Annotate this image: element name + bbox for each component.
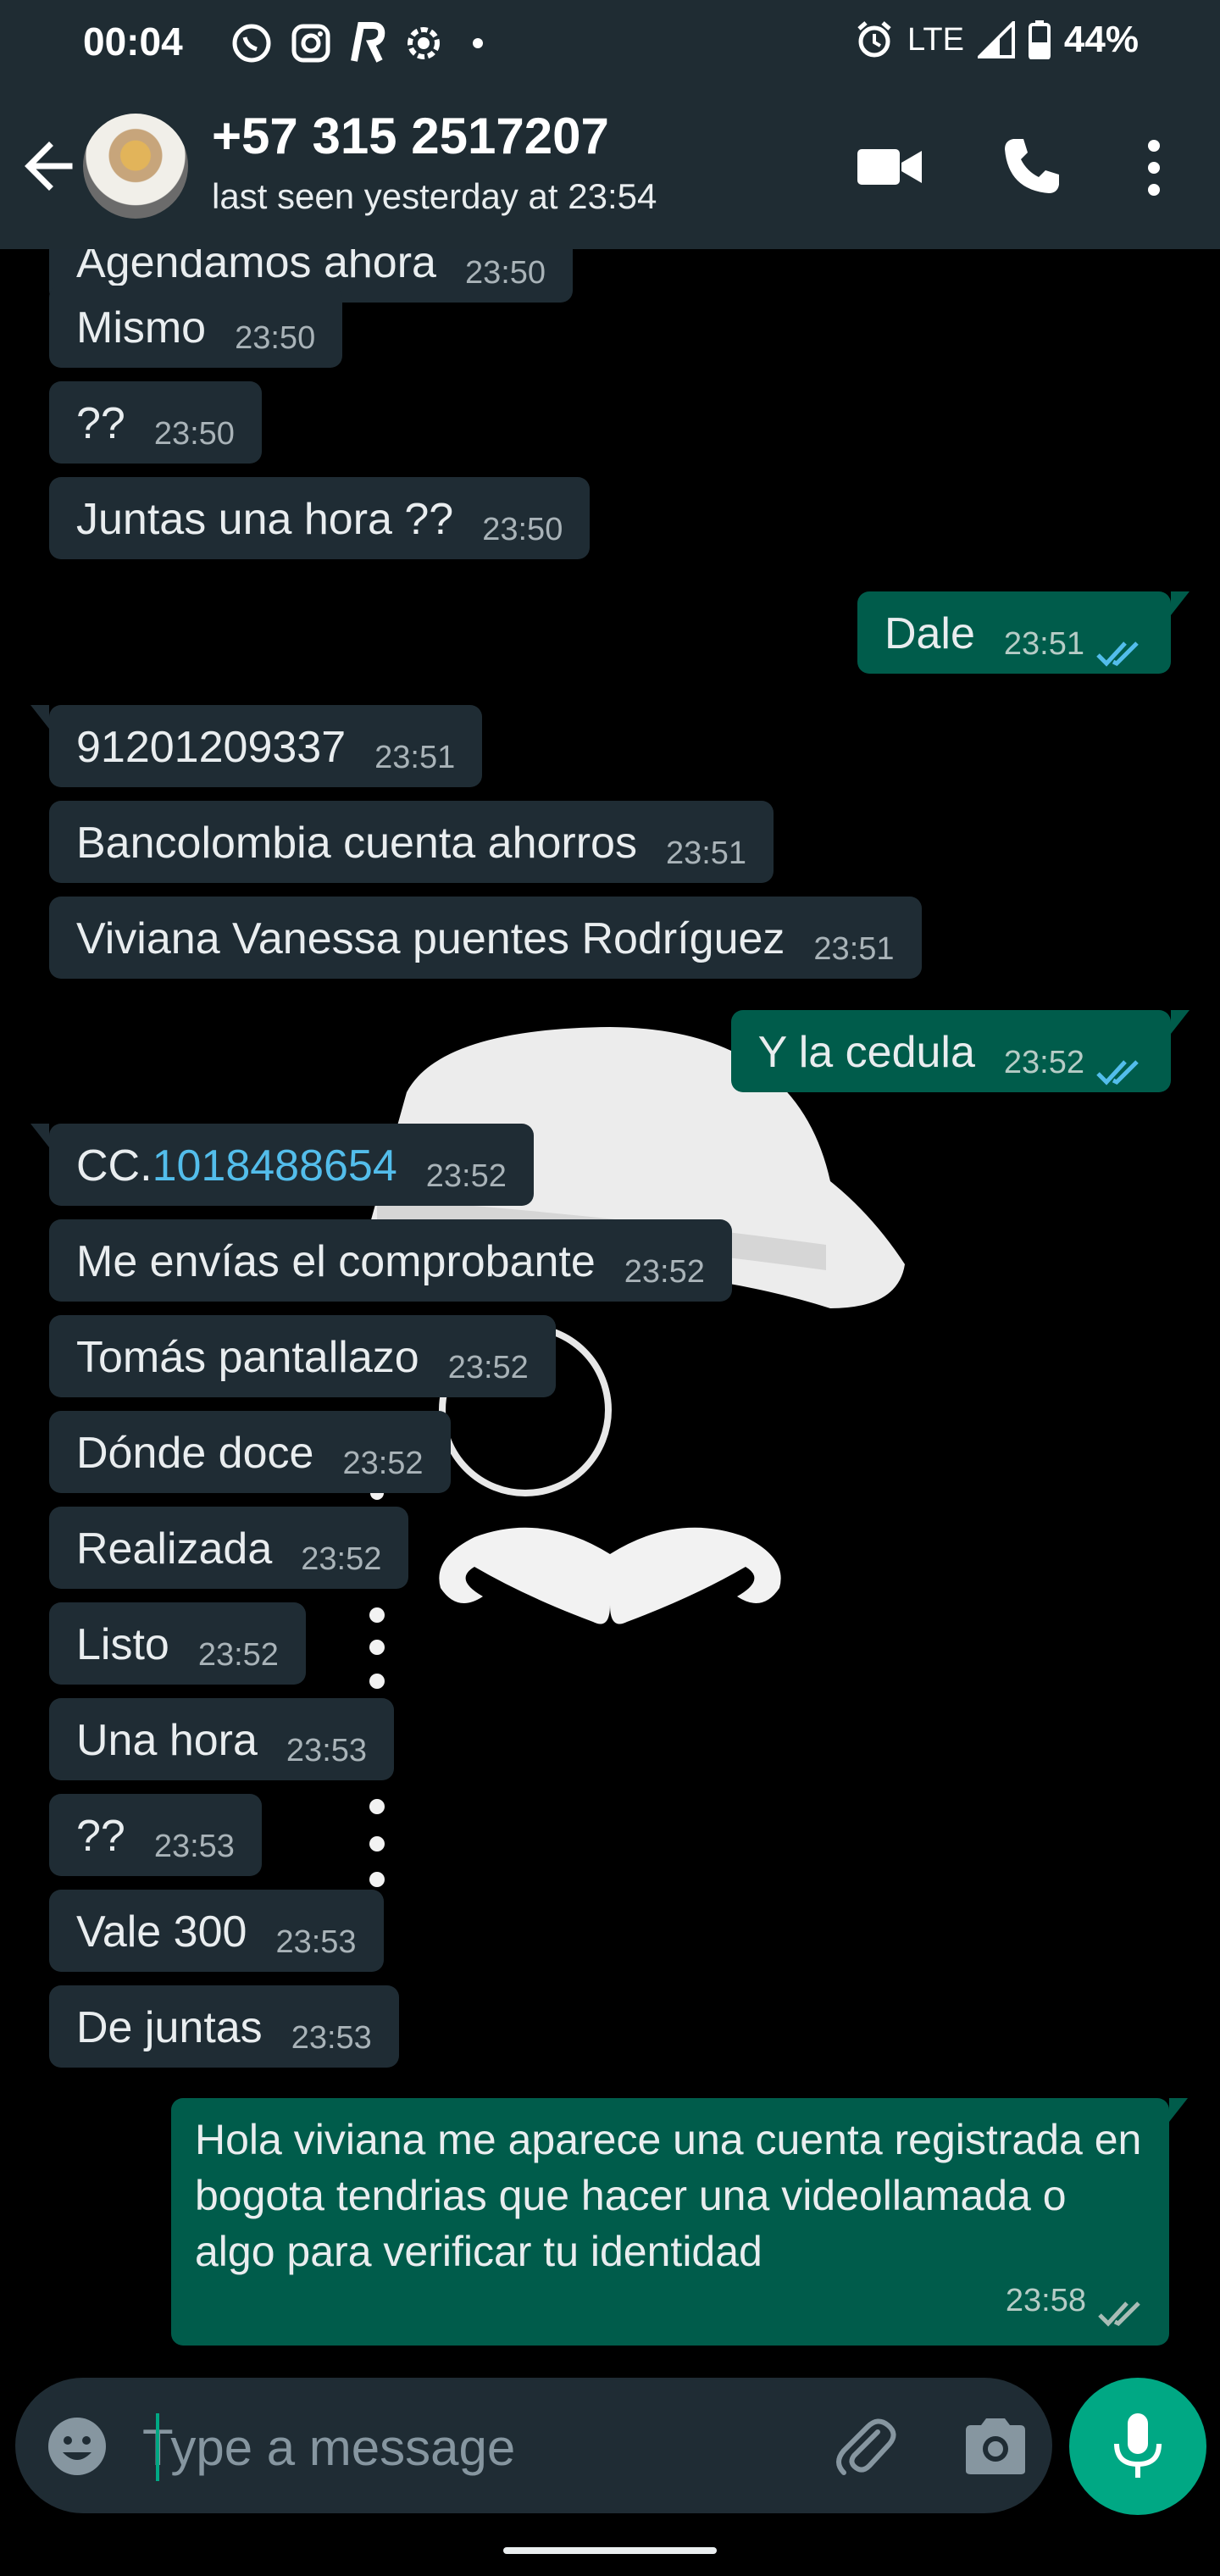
avatar[interactable]	[83, 114, 188, 219]
signal-icon	[977, 21, 1015, 58]
phone-number-link[interactable]: 1018488654	[152, 1141, 397, 1191]
message-incoming[interactable]: Dónde doce 23:52	[49, 1411, 451, 1494]
battery-icon	[1028, 20, 1051, 59]
whatsapp-icon	[232, 24, 271, 63]
message-text: Dónde doce	[76, 1429, 314, 1479]
message-incoming[interactable]: CC.1018488654 23:52	[30, 1124, 534, 1207]
message-time: 23:50	[153, 416, 235, 452]
message-incoming[interactable]: Tomás pantallazo 23:52	[49, 1315, 556, 1398]
message-text: Hola viviana me aparece una cuenta regis…	[195, 2116, 1142, 2275]
message-time: 23:52	[1003, 1045, 1084, 1081]
message-text: Tomás pantallazo	[76, 1333, 419, 1383]
message-text: De juntas	[76, 2003, 263, 2053]
message-time: 23:53	[286, 1733, 368, 1769]
message-text: Bancolombia cuenta ahorros	[76, 819, 637, 869]
read-ticks-icon	[1096, 1060, 1139, 1085]
message-outgoing[interactable]: Hola viviana me aparece una cuenta regis…	[171, 2098, 1188, 2346]
phone-call-icon[interactable]	[1000, 134, 1064, 198]
message-outgoing[interactable]: Y la cedula 23:52	[730, 1010, 1190, 1093]
settings-icon	[408, 27, 440, 59]
message-incoming[interactable]: Mismo 23:50	[49, 286, 343, 369]
back-arrow-icon[interactable]	[19, 134, 78, 198]
message-incoming[interactable]: Juntas una hora ?? 23:50	[49, 477, 591, 560]
message-time: 23:53	[153, 1829, 235, 1865]
message-text: ??	[76, 399, 125, 449]
message-text: Viviana Vanessa puentes Rodríguez	[76, 914, 785, 964]
message-incoming[interactable]: ?? 23:50	[49, 381, 262, 464]
message-text: Y la cedula	[757, 1028, 975, 1078]
message-time: 23:50	[482, 512, 563, 548]
message-time: 23:51	[665, 836, 747, 872]
camera-icon[interactable]	[961, 2415, 1030, 2478]
message-text: ??	[76, 1812, 125, 1862]
message-time: 23:50	[235, 320, 316, 357]
message-incoming[interactable]: Bancolombia cuenta ahorros 23:51	[49, 801, 774, 884]
message-incoming[interactable]: ?? 23:53	[49, 1794, 262, 1877]
message-prefix: CC.	[76, 1141, 152, 1191]
message-composer	[15, 2378, 1052, 2513]
instagram-icon	[291, 24, 330, 63]
paperclip-icon[interactable]	[829, 2410, 901, 2483]
message-time: 23:53	[291, 2020, 372, 2057]
status-bar: 00:04 LTE 44%	[0, 0, 1220, 83]
read-ticks-icon	[1096, 641, 1139, 667]
message-text: Realizada	[76, 1524, 273, 1574]
last-seen-status[interactable]: last seen yesterday at 23:54	[212, 176, 657, 217]
system-status: LTE 44%	[855, 19, 1139, 61]
text-caret	[156, 2413, 159, 2481]
message-incoming[interactable]: Viviana Vanessa puentes Rodríguez 23:51	[49, 897, 922, 980]
dot-icon	[473, 38, 483, 48]
alarm-icon	[857, 21, 891, 58]
message-text: Listo	[76, 1620, 169, 1670]
message-text: Vale 300	[76, 1907, 247, 1957]
message-text: 91201209337	[76, 723, 347, 773]
message-incoming[interactable]: Me envías el comprobante 23:52	[49, 1219, 732, 1302]
message-time: 23:52	[301, 1541, 382, 1578]
status-time: 00:04	[83, 19, 183, 64]
message-text: Una hora	[76, 1716, 258, 1766]
contact-name[interactable]: +57 315 2517207	[212, 107, 609, 165]
message-outgoing[interactable]: Dale 23:51	[857, 591, 1190, 675]
message-time: 23:51	[374, 740, 456, 776]
network-type: LTE	[907, 21, 964, 58]
video-call-icon[interactable]	[856, 141, 923, 192]
message-time: 23:52	[425, 1158, 507, 1195]
message-time: 23:53	[275, 1924, 357, 1961]
message-time: 23:52	[197, 1637, 279, 1674]
message-time: 23:58	[1005, 2283, 1086, 2318]
message-time: 23:52	[624, 1254, 705, 1291]
app-r-icon	[351, 22, 385, 63]
more-options-icon[interactable]	[1135, 136, 1173, 200]
voice-message-button[interactable]	[1069, 2378, 1206, 2515]
message-time: 23:50	[464, 255, 546, 291]
message-time: 23:51	[1003, 626, 1084, 663]
chat-header: +57 315 2517207 last seen yesterday at 2…	[0, 83, 1220, 249]
message-text: Juntas una hora ??	[76, 495, 454, 545]
message-text: Me envías el comprobante	[76, 1237, 596, 1287]
message-text: Dale	[884, 609, 975, 659]
microphone-icon	[1114, 2413, 1162, 2478]
battery-percent: 44%	[1063, 19, 1139, 60]
message-text: CC.1018488654	[76, 1138, 397, 1194]
message-time: 23:52	[447, 1350, 529, 1386]
message-incoming[interactable]: Una hora 23:53	[49, 1698, 395, 1781]
chat-messages[interactable]: Agendamos ahora 23:50 Mismo 23:50 ?? 23:50 …	[0, 249, 1220, 2368]
message-input[interactable]	[142, 2412, 786, 2483]
home-indicator[interactable]	[503, 2547, 717, 2554]
message-text: Mismo	[76, 303, 207, 353]
emoji-icon[interactable]	[46, 2415, 108, 2478]
delivered-ticks-icon	[1098, 2301, 1140, 2327]
message-incoming[interactable]: 91201209337 23:51	[30, 705, 483, 788]
message-time: 23:51	[813, 931, 895, 968]
message-incoming[interactable]: Vale 300 23:53	[49, 1890, 384, 1973]
message-incoming[interactable]: Realizada 23:52	[49, 1507, 409, 1590]
message-incoming[interactable]: Listo 23:52	[49, 1602, 306, 1685]
message-time: 23:52	[342, 1446, 424, 1482]
message-incoming[interactable]: De juntas 23:53	[49, 1985, 399, 2068]
notification-icons	[230, 22, 495, 64]
message-text: Agendamos ahora	[76, 249, 436, 288]
